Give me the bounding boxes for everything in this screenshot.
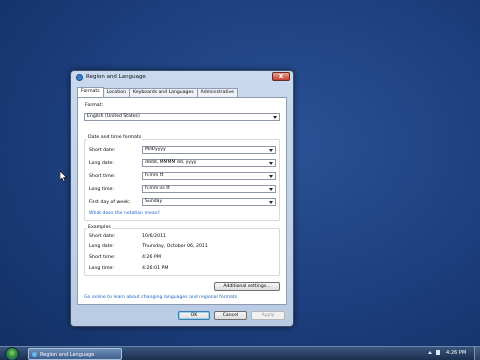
short-date-value: M/d/yyyy — [145, 147, 166, 152]
example-short-time-label: Short time: — [89, 255, 116, 260]
short-time-value: h:mm tt — [145, 173, 164, 178]
taskbar-item-region-language[interactable]: Region and Language — [28, 348, 122, 360]
title-bar[interactable]: Region and Language x — [71, 71, 293, 85]
format-select-value: English (United States) — [87, 114, 140, 119]
tray-overflow-icon[interactable] — [428, 351, 432, 354]
taskbar: Region and Language 4:26 PM — [0, 346, 480, 360]
tab-keyboards-and-languages[interactable]: Keyboards and Languages — [129, 88, 198, 97]
long-date-select[interactable]: dddd, MMMM dd, yyyy — [142, 159, 276, 167]
example-short-time-value: 4:26 PM — [142, 255, 161, 260]
first-day-select[interactable]: Sunday — [142, 198, 276, 206]
long-time-value: h:mm:ss tt — [145, 186, 170, 191]
first-day-label: First day of week: — [89, 200, 131, 205]
online-help-link[interactable]: Go online to learn about changing langua… — [84, 295, 237, 300]
chevron-down-icon — [269, 162, 273, 165]
first-day-value: Sunday — [145, 199, 163, 204]
short-time-label: Short time: — [89, 174, 116, 179]
short-date-label: Short date: — [89, 148, 116, 153]
speaker-icon[interactable] — [436, 350, 440, 355]
tab-formats[interactable]: Formats — [77, 87, 104, 97]
long-time-label: Long time: — [89, 187, 115, 192]
chevron-down-icon — [269, 149, 273, 152]
short-time-select[interactable]: h:mm tt — [142, 172, 276, 180]
format-select[interactable]: English (United States) — [84, 113, 280, 121]
example-long-time-label: Long time: — [89, 266, 115, 271]
taskbar-item-label: Region and Language — [40, 352, 95, 358]
notation-help-link[interactable]: What does the notation mean? — [89, 211, 160, 216]
tab-administrative[interactable]: Administrative — [196, 88, 239, 97]
long-date-label: Long date: — [89, 161, 114, 166]
chevron-down-icon — [273, 116, 277, 119]
apply-button[interactable]: Apply — [251, 311, 285, 320]
taskbar-clock[interactable]: 4:26 PM — [446, 350, 466, 356]
examples-group-title: Examples — [87, 225, 112, 230]
example-long-date-label: Long date: — [89, 244, 114, 249]
chevron-down-icon — [269, 201, 273, 204]
format-label: Format: — [85, 103, 104, 108]
long-time-select[interactable]: h:mm:ss tt — [142, 185, 276, 193]
close-button[interactable]: x — [272, 72, 290, 81]
additional-settings-button[interactable]: Additional settings... — [214, 282, 280, 291]
chevron-down-icon — [269, 188, 273, 191]
example-short-date-value: 10/6/2011 — [142, 234, 167, 239]
ok-button[interactable]: OK — [178, 311, 210, 320]
long-date-value: dddd, MMMM dd, yyyy — [145, 160, 197, 165]
tab-location[interactable]: Location — [102, 88, 131, 97]
globe-icon — [76, 74, 83, 81]
example-long-date-value: Thursday, October 06, 2011 — [142, 244, 208, 249]
example-long-time-value: 4:26:01 PM — [142, 266, 169, 271]
short-date-select[interactable]: M/d/yyyy — [142, 146, 276, 154]
globe-icon — [32, 352, 37, 357]
tab-strip: Formats Location Keyboards and Languages… — [77, 87, 239, 97]
chevron-down-icon — [269, 175, 273, 178]
window-title: Region and Language — [86, 74, 146, 80]
cancel-button[interactable]: Cancel — [214, 311, 247, 320]
mouse-pointer-icon — [60, 171, 67, 182]
date-time-group-title: Date and time formats — [87, 135, 143, 140]
show-desktop-button[interactable] — [474, 347, 480, 360]
example-short-date-label: Short date: — [89, 234, 116, 239]
windows-orb-icon[interactable] — [5, 347, 19, 360]
